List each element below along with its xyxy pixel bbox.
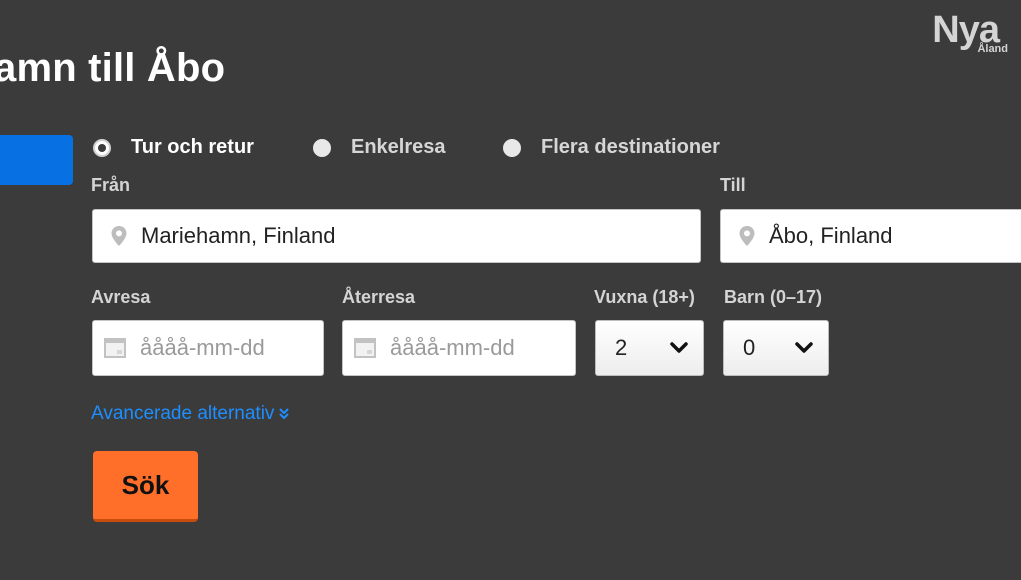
from-value: Mariehamn, Finland <box>141 223 336 248</box>
active-tab-indicator[interactable] <box>0 135 73 185</box>
logo-subtext: Åland <box>977 43 1008 55</box>
radio-button[interactable] <box>313 138 331 157</box>
calendar-icon <box>354 338 376 358</box>
calendar-icon <box>104 338 126 358</box>
adults-label: Vuxna (18+) <box>594 287 695 307</box>
location-pin-icon <box>739 226 755 246</box>
radio-multi-city[interactable]: Flera destinationer <box>503 136 720 159</box>
brand-logo: Nya Åland <box>932 10 1011 60</box>
children-value: 0 <box>743 335 756 360</box>
search-button[interactable]: Sök <box>93 451 198 522</box>
adults-value: 2 <box>615 335 628 360</box>
depart-date-input[interactable]: åååå-mm-dd <box>92 320 324 376</box>
radio-button[interactable] <box>503 138 521 157</box>
advanced-options-label: Avancerade alternativ <box>91 403 275 424</box>
radio-round-trip[interactable]: Tur och retur <box>93 136 254 159</box>
page-title: amn till Åbo <box>0 46 226 90</box>
children-label: Barn (0–17) <box>724 287 823 307</box>
chevron-down-icon <box>795 342 813 353</box>
radio-label-multi-city: Flera destinationer <box>541 136 720 158</box>
double-chevron-down-icon <box>279 408 289 419</box>
advanced-options-link[interactable]: Avancerade alternativ <box>91 403 289 425</box>
from-label: Från <box>91 175 131 195</box>
from-input[interactable]: Mariehamn, Finland <box>92 209 701 263</box>
children-select[interactable]: 0 <box>723 320 829 376</box>
to-input[interactable]: Åbo, Finland <box>720 209 1021 263</box>
radio-label-one-way: Enkelresa <box>351 136 446 158</box>
depart-date-placeholder: åååå-mm-dd <box>140 335 265 360</box>
radio-button-checked[interactable] <box>93 138 111 157</box>
radio-one-way[interactable]: Enkelresa <box>313 136 446 159</box>
to-value: Åbo, Finland <box>769 223 893 248</box>
return-date-placeholder: åååå-mm-dd <box>390 335 515 360</box>
location-pin-icon <box>111 226 127 246</box>
return-label: Återresa <box>342 287 416 307</box>
to-label: Till <box>720 175 746 195</box>
radio-label-round-trip: Tur och retur <box>131 136 254 158</box>
return-date-input[interactable]: åååå-mm-dd <box>342 320 576 376</box>
chevron-down-icon <box>670 342 688 353</box>
depart-label: Avresa <box>91 287 151 307</box>
adults-select[interactable]: 2 <box>595 320 704 376</box>
